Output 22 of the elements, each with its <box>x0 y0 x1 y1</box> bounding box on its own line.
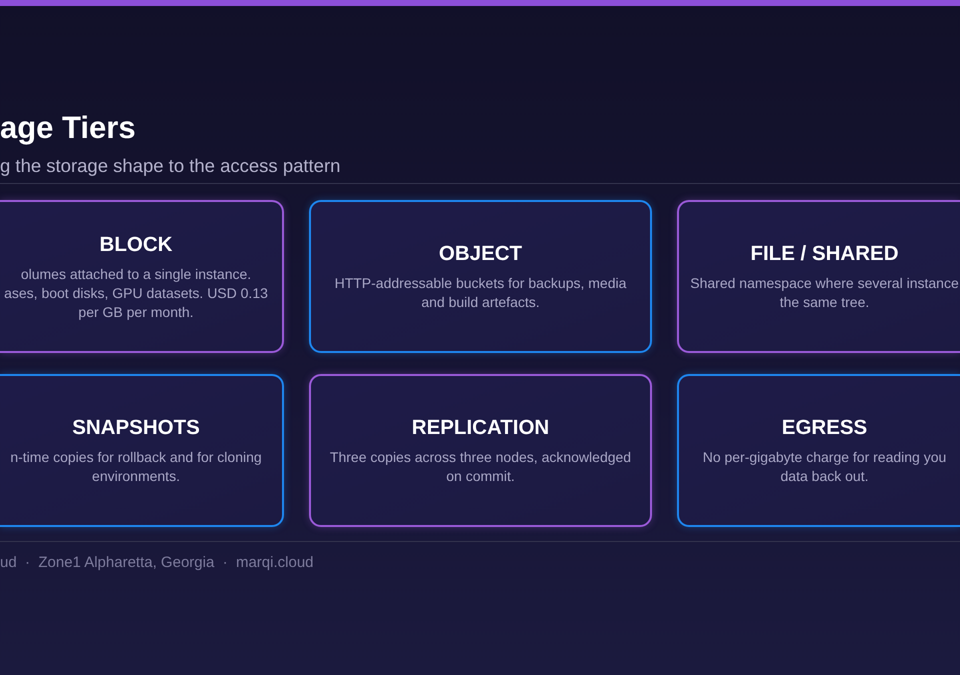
footer-text: ud · Zone1 Alpharetta, Georgia · marqi.cloud <box>0 554 314 571</box>
card-description-line: Three copies across three nodes, acknowledged <box>330 448 632 467</box>
page-subtitle: g the storage shape to the access pattern <box>0 154 340 178</box>
card-description-line: per GB per month. <box>78 302 194 322</box>
card-description-line: No per-gigabyte charge for reading you <box>702 448 946 467</box>
card-title: OBJECT <box>438 241 522 267</box>
card-description-line: n-time copies for rollback and for cloning <box>10 448 262 467</box>
card-description-line: and build artefacts. <box>421 293 540 312</box>
card-title: FILE / SHARED <box>750 241 899 267</box>
card-title: REPLICATION <box>412 415 550 441</box>
card-description-line: Shared namespace where several instance <box>690 274 959 293</box>
card-title: SNAPSHOTS <box>72 415 200 441</box>
card-description-line: ases, boot disks, GPU datasets. USD 0.13 <box>4 284 268 302</box>
card-description-line: data back out. <box>780 467 868 486</box>
card-description-line: environments. <box>92 467 180 486</box>
card-description-line: the same tree. <box>780 293 870 312</box>
card-description-line: HTTP-addressable buckets for backups, media <box>334 274 626 293</box>
card-description-line: olumes attached to a single instance. <box>20 264 252 284</box>
card-title: EGRESS <box>782 415 868 441</box>
card-title: BLOCK <box>100 232 172 258</box>
card-description-line: on commit. <box>446 467 515 486</box>
page-title: age Tiers <box>0 110 136 146</box>
